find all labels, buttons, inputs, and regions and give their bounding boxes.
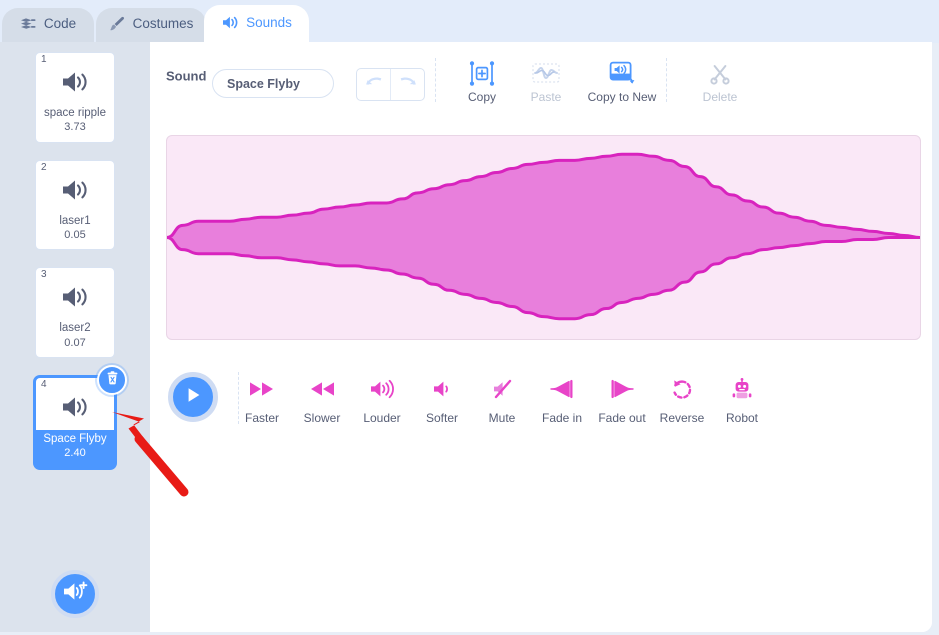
fade-in-icon [531,372,593,406]
effect-slower-label: Slower [303,411,341,425]
play-triangle-icon [185,386,202,409]
tab-code-label: Code [43,16,77,32]
sound-name: laser1 [59,214,91,227]
sound-name-label: Sound [166,68,207,84]
effect-fade-out[interactable]: Fade out [591,372,653,424]
delete-button-label: Delete [702,90,738,104]
effect-louder-label: Louder [363,411,401,425]
sound-index: 4 [41,379,47,391]
sidebar-item-space-ripple[interactable]: 1 space ripple 3.73 [35,52,115,143]
trash-can-icon [106,370,119,390]
sound-selector-sidebar: 1 space ripple 3.73 2 laser1 0.05 3 lase… [0,42,150,632]
effect-fade-in[interactable]: Fade in [531,372,593,424]
undo-arrow-icon [364,75,384,94]
waveform-svg [167,136,920,339]
rewind-icon [291,372,353,406]
effect-louder[interactable]: Louder [351,372,413,424]
copy-to-new-button-label: Copy to New [587,90,657,104]
tab-costumes[interactable]: Costumes [96,8,206,43]
copy-to-new-sound-icon [572,58,672,88]
effect-fade-in-label: Fade in [541,411,583,425]
sound-name: laser2 [59,322,91,335]
effect-softer-label: Softer [425,411,458,425]
editor-toolbar: Sound Space Flyby Copy Paste Copy to New… [150,42,932,110]
effect-reverse-label: Reverse [659,411,705,425]
toolbar-divider [435,58,436,102]
scissors-icon [681,58,759,88]
effect-robot-label: Robot [725,411,759,425]
effect-faster[interactable]: Faster [231,372,293,424]
delete-sound-badge[interactable] [97,365,127,396]
sidebar-item-laser2[interactable]: 3 laser2 0.07 [35,267,115,359]
editor-panel: 1 space ripple 3.73 2 laser1 0.05 3 lase… [0,42,932,632]
sound-list: 1 space ripple 3.73 2 laser1 0.05 3 lase… [0,42,150,484]
sound-name: space ripple [43,107,106,119]
effect-robot[interactable]: Robot [711,372,773,424]
sound-duration: 3.73 [64,121,86,134]
tab-bar: Code Costumes Sounds [0,0,939,43]
fast-forward-icon [231,372,293,406]
tab-sounds[interactable]: Sounds [204,5,309,43]
delete-button[interactable]: Delete [681,58,759,103]
sound-name-input[interactable] [212,69,334,98]
effect-mute-label: Mute [488,411,516,425]
tab-code[interactable]: Code [2,8,94,43]
add-sound-button[interactable] [51,570,99,618]
redo-arrow-icon [398,75,418,94]
add-sound-speaker-icon [62,580,88,608]
sound-index: 1 [41,54,47,65]
effect-faster-label: Faster [244,411,279,425]
waveform-envelope-path [167,154,920,318]
robot-icon [711,372,773,406]
scratch-sound-editor-window: Code Costumes Sounds 1 space ripple 3.73… [0,0,939,635]
code-blocks-icon [20,17,37,31]
play-button[interactable] [168,372,218,422]
waveform-display[interactable] [166,135,921,340]
speaker-icon [36,268,114,321]
paintbrush-icon [109,16,126,32]
toolbar-divider [666,58,667,102]
speaker-icon [36,53,114,106]
redo-button[interactable] [390,69,424,100]
effect-fade-out-label: Fade out [598,411,646,425]
copy-to-new-button[interactable]: Copy to New [572,58,672,103]
undo-redo-group [356,68,425,101]
speaker-icon [221,15,239,30]
mute-icon [471,372,533,406]
sound-index: 2 [41,161,47,173]
undo-button[interactable] [357,69,390,100]
sound-editor-area: Sound Space Flyby Copy Paste Copy to New… [150,42,932,632]
sound-name: Space Flyby [43,433,107,446]
reverse-arrow-icon [651,372,713,406]
speaker-icon [36,161,114,214]
sound-item-text: Space Flyby 2.40 [36,430,114,467]
effect-mute[interactable]: Mute [471,372,533,424]
sidebar-item-laser1[interactable]: 2 laser1 0.05 [35,159,115,251]
tab-costumes-label: Costumes [132,16,194,32]
sound-duration: 0.07 [64,336,86,349]
sound-duration: 2.40 [64,447,86,460]
effect-reverse[interactable]: Reverse [651,372,713,424]
effect-slower[interactable]: Slower [291,372,353,424]
volume-down-icon [411,372,473,406]
tab-sounds-label: Sounds [246,14,292,30]
volume-up-icon [351,372,413,406]
sound-duration: 0.05 [64,229,86,242]
sidebar-item-space-flyby[interactable]: 4 Space Flyby 2.40 [33,365,127,470]
effect-softer[interactable]: Softer [411,372,473,424]
sound-index: 3 [41,269,47,281]
fade-out-icon [591,372,653,406]
